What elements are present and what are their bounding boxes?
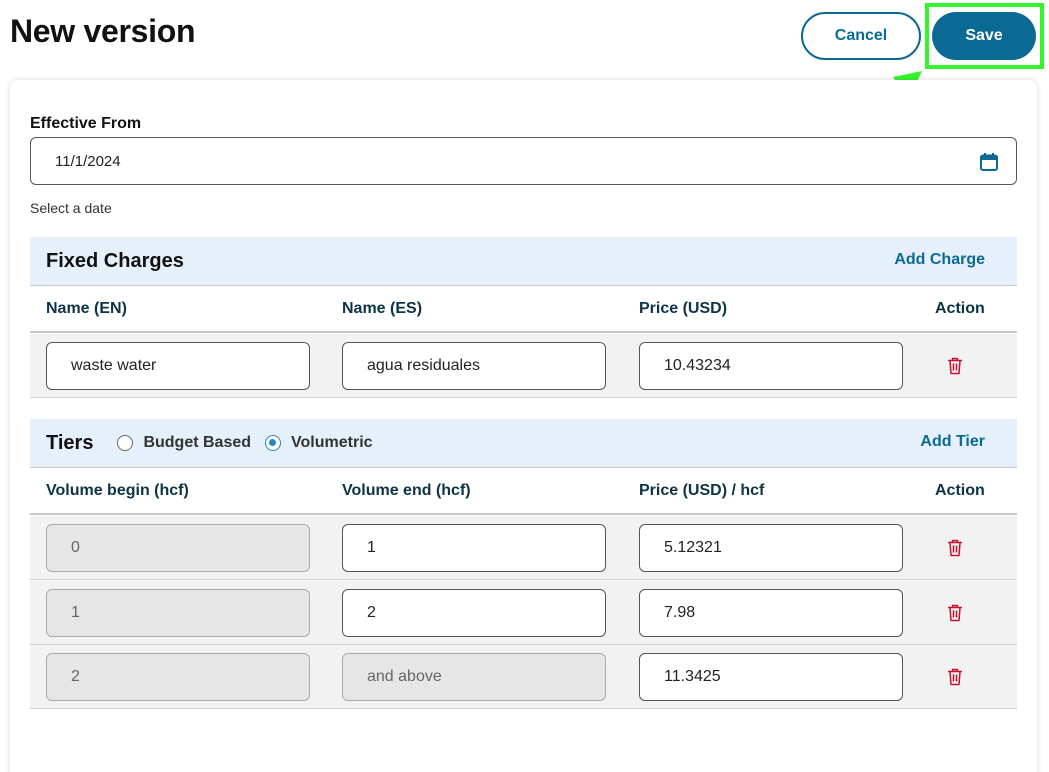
column-header-volume-begin: Volume begin (hcf): [46, 482, 189, 499]
tiers-header: Tiers Budget Based Volumetric Add Tier: [30, 419, 1017, 467]
add-tier-button[interactable]: Add Tier: [920, 433, 985, 451]
date-helper-text: Select a date: [30, 200, 112, 216]
column-header-name-es: Name (ES): [342, 300, 423, 317]
volume-begin-input: 1: [46, 589, 310, 637]
volume-end-input: and above: [342, 653, 606, 701]
delete-charge-icon[interactable]: [947, 357, 963, 375]
charge-name-en-input[interactable]: waste water: [46, 342, 310, 390]
delete-tier-icon[interactable]: [947, 604, 963, 622]
calendar-icon[interactable]: [979, 152, 999, 172]
tier-row: 2 and above 11.3425: [30, 645, 1017, 709]
charge-price-input[interactable]: 10.43234: [639, 342, 903, 390]
tier-price-input[interactable]: 5.12321: [639, 524, 903, 572]
charge-name-es-input[interactable]: agua residuales: [342, 342, 606, 390]
tier-price-input[interactable]: 7.98: [639, 589, 903, 637]
fixed-charges-header: Fixed Charges Add Charge: [30, 237, 1017, 285]
column-header-name-en: Name (EN): [46, 300, 127, 317]
tier-row: 1 2 7.98: [30, 581, 1017, 645]
radio-budget-based-label: Budget Based: [143, 434, 252, 451]
fixed-charges-column-headers: Name (EN) Name (ES) Price (USD) Action: [30, 285, 1017, 333]
radio-unchecked-icon: [117, 435, 134, 451]
tiers-title: Tiers: [46, 431, 94, 454]
fixed-charges-title: Fixed Charges: [46, 249, 184, 272]
column-header-price-per-hcf: Price (USD) / hcf: [639, 482, 765, 499]
radio-budget-based[interactable]: Budget Based: [117, 434, 251, 452]
annotation-highlight-box: [925, 3, 1044, 69]
effective-from-date-input[interactable]: 11/1/2024: [30, 137, 1017, 185]
volume-begin-input: 0: [46, 524, 310, 572]
radio-volumetric[interactable]: Volumetric: [265, 434, 373, 452]
delete-tier-icon[interactable]: [947, 668, 963, 686]
column-header-price: Price (USD): [639, 300, 728, 317]
cancel-button[interactable]: Cancel: [801, 12, 921, 60]
column-header-volume-end: Volume end (hcf): [342, 482, 471, 499]
tiers-column-headers: Volume begin (hcf) Volume end (hcf) Pric…: [30, 467, 1017, 515]
column-header-action: Action: [935, 482, 985, 499]
tier-type-radio-group: Budget Based Volumetric: [117, 434, 386, 452]
volume-end-input[interactable]: 1: [342, 524, 606, 572]
page-title: New version: [10, 13, 196, 49]
volume-end-input[interactable]: 2: [342, 589, 606, 637]
column-header-action: Action: [935, 300, 985, 317]
volume-begin-input: 2: [46, 653, 310, 701]
version-form-card: Effective From 11/1/2024 Select a date F…: [10, 80, 1037, 772]
effective-from-label: Effective From: [30, 115, 142, 132]
tier-row: 0 1 5.12321: [30, 516, 1017, 580]
fixed-charge-row: waste water agua residuales 10.43234: [30, 334, 1017, 398]
add-charge-button[interactable]: Add Charge: [894, 251, 985, 269]
effective-from-value: 11/1/2024: [55, 152, 121, 170]
radio-checked-icon: [265, 435, 282, 451]
radio-volumetric-label: Volumetric: [291, 434, 373, 451]
tier-price-input[interactable]: 11.3425: [639, 653, 903, 701]
delete-tier-icon[interactable]: [947, 539, 963, 557]
